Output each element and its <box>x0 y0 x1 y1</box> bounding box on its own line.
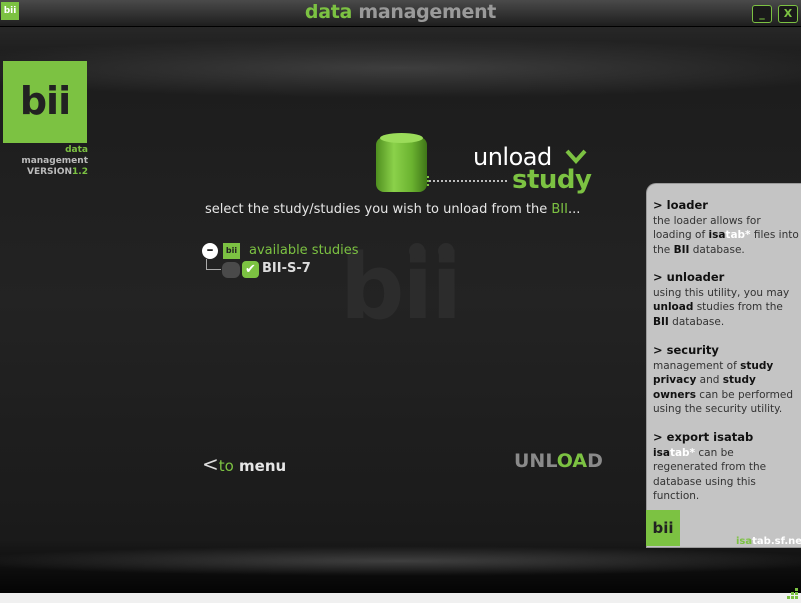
window-title-part2: management <box>352 1 497 23</box>
unloader-heading: > unloader <box>653 270 725 284</box>
loader-heading: > loader <box>653 198 708 212</box>
unloader-bii: BII <box>653 315 669 328</box>
bottom-strip <box>0 593 801 603</box>
dotted-connector-end <box>427 176 432 186</box>
back-menu-word: menu <box>233 457 287 475</box>
isatab-url[interactable]: isatab.sf.net <box>736 536 801 547</box>
brand-subtitle-green: data <box>65 145 88 155</box>
close-button[interactable]: X <box>778 5 798 23</box>
minimize-button[interactable]: _ <box>752 5 772 23</box>
watermark-dot-2 <box>438 243 454 259</box>
unloader-text-3: database. <box>668 315 725 328</box>
export-isa: isa <box>653 446 670 459</box>
unloader-text-2: studies from the <box>693 301 783 313</box>
back-to-menu-link[interactable]: <to menu <box>202 452 286 476</box>
security-text-2: and <box>696 374 723 386</box>
window-title: data management <box>0 1 801 23</box>
window-title-part1: data <box>304 1 353 23</box>
export-heading: > export isatab <box>653 430 754 444</box>
unload-button-part3: D <box>587 450 603 472</box>
loader-text-3: database. <box>689 243 745 256</box>
unloader-unload: unload <box>653 301 694 313</box>
instruction-text: select the study/studies you wish to unl… <box>205 202 580 217</box>
bii-logo-text: bii <box>19 79 71 123</box>
database-icon <box>376 137 427 192</box>
chevron-down-icon <box>565 149 587 164</box>
isatab-url-white: tab.sf.net <box>752 536 801 547</box>
unload-button-part1: UNL <box>514 450 557 472</box>
tree-item-icon <box>222 262 240 278</box>
loader-section: > loader the loader allows for loading o… <box>653 198 799 257</box>
header-study-word: study <box>512 165 592 195</box>
unloader-section: > unloader using this utility, you may u… <box>653 270 799 329</box>
version-prefix: VERSION <box>26 167 73 177</box>
database-icon-top <box>380 133 423 143</box>
watermark-dot-1 <box>409 243 425 259</box>
export-tab: tab* <box>669 446 696 459</box>
brand-subtitle-white: management <box>21 156 88 166</box>
background-swoosh <box>0 38 801 98</box>
loader-isa: isa <box>708 229 726 241</box>
tree-root-icon: bii <box>223 243 240 259</box>
security-text-1: management of <box>653 359 741 372</box>
version-number: 1.2 <box>72 167 88 177</box>
unloader-text-1: using this utility, you may <box>653 286 790 299</box>
tree-root-label[interactable]: available studies <box>249 243 359 258</box>
study-item-label[interactable]: BII-S-7 <box>262 261 311 276</box>
security-section: > security management of study privacy a… <box>653 343 799 417</box>
resize-grip-icon[interactable] <box>786 588 798 600</box>
study-checkbox[interactable]: ✔ <box>242 261 259 278</box>
tree-collapse-toggle[interactable]: – <box>202 243 218 259</box>
bottom-swoosh <box>0 546 801 576</box>
instruction-text-main: select the study/studies you wish to unl… <box>205 202 552 217</box>
isatab-url-green: isa <box>736 536 753 547</box>
loader-tab: tab* <box>725 229 751 241</box>
tree-connector <box>206 259 221 270</box>
back-arrow-icon: < <box>202 452 219 476</box>
security-heading: > security <box>653 343 719 357</box>
unload-button-part2: OA <box>556 450 588 472</box>
instruction-ellipsis: ... <box>567 202 581 217</box>
panel-bii-logo: bii <box>646 510 680 546</box>
brand-subtitle: data management VERSION1.2 <box>2 145 88 178</box>
instruction-highlight: BII <box>551 202 568 217</box>
info-side-panel: > loader the loader allows for loading o… <box>646 183 801 548</box>
unload-button[interactable]: UNLOAD <box>514 450 603 472</box>
loader-bii: BII <box>673 243 690 256</box>
bii-logo: bii <box>3 61 87 143</box>
title-bar: bii data management _ X <box>0 0 801 27</box>
dotted-connector <box>429 180 507 182</box>
export-section: > export isatab isatab* can be regenerat… <box>653 430 799 504</box>
app-window: bii data management _ X bii data managem… <box>0 0 801 603</box>
back-to-word: to <box>218 457 234 475</box>
